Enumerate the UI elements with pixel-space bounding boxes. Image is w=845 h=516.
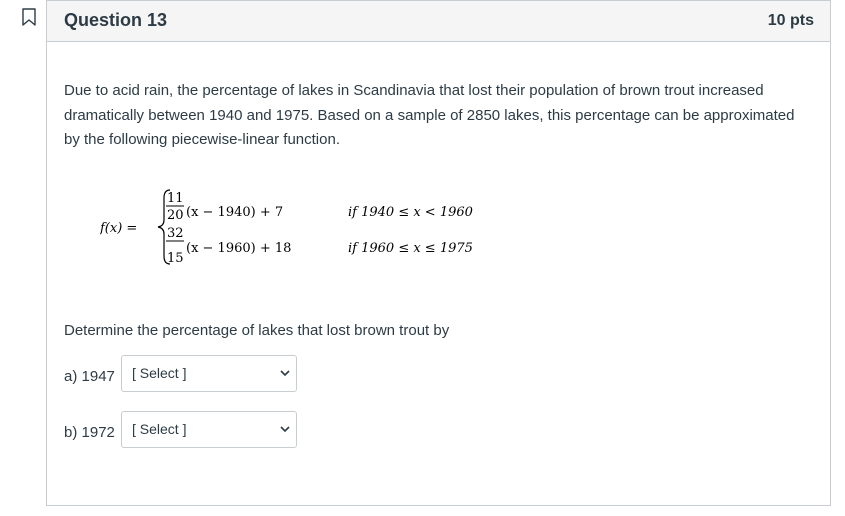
formula-lhs: f(x) = — [100, 221, 137, 236]
piece1-numerator: 11 — [167, 191, 184, 206]
piece1-condition: if 1940 ≤ x < 1960 — [348, 205, 473, 220]
chevron-down-icon — [280, 426, 290, 433]
answer-a-select[interactable]: [ Select ] — [121, 355, 297, 392]
question-points: 10 pts — [767, 12, 814, 29]
piece2-condition: if 1960 ≤ x ≤ 1975 — [348, 241, 473, 256]
answer-a-label: a) 1947 — [64, 368, 115, 385]
piece1-expression: (x − 1940) + 7 — [186, 205, 283, 220]
question-title: Question 13 — [64, 10, 168, 30]
answer-b-selected: [ Select ] — [132, 421, 187, 437]
piece1-denominator: 20 — [167, 208, 184, 223]
chevron-down-icon — [280, 370, 290, 377]
answer-b-select[interactable]: [ Select ] — [121, 411, 297, 448]
piece2-denominator: 15 — [167, 251, 184, 266]
answer-b-label: b) 1972 — [64, 424, 115, 441]
flag-question-icon[interactable] — [22, 8, 36, 26]
question-prompt: Determine the percentage of lakes that l… — [64, 322, 450, 339]
piecewise-formula: f(x) = 11 20 (x − 1940) + 7 if 1940 ≤ x … — [100, 189, 473, 266]
answer-a-selected: [ Select ] — [132, 365, 187, 381]
question-text: Due to acid rain, the percentage of lake… — [64, 82, 795, 148]
piece2-numerator: 32 — [167, 226, 184, 241]
piece2-expression: (x − 1960) + 18 — [186, 241, 291, 256]
question-card: Question 13 10 pts Due to acid rain, the… — [46, 0, 831, 506]
question-header: Question 13 10 pts — [47, 0, 830, 42]
